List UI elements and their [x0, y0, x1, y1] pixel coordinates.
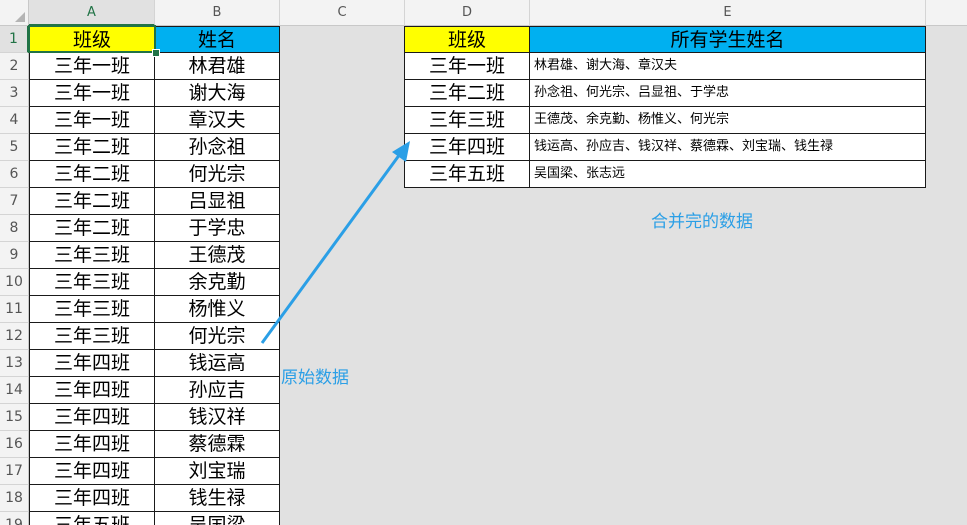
annotation-arrow-icon [260, 141, 410, 344]
result-data-label: 合并完的数据 [651, 212, 753, 232]
source-data-label: 原始数据 [281, 368, 349, 388]
spreadsheet: A B C D E 1 2 3 4 5 6 7 8 9 10 11 12 13 … [0, 0, 967, 525]
